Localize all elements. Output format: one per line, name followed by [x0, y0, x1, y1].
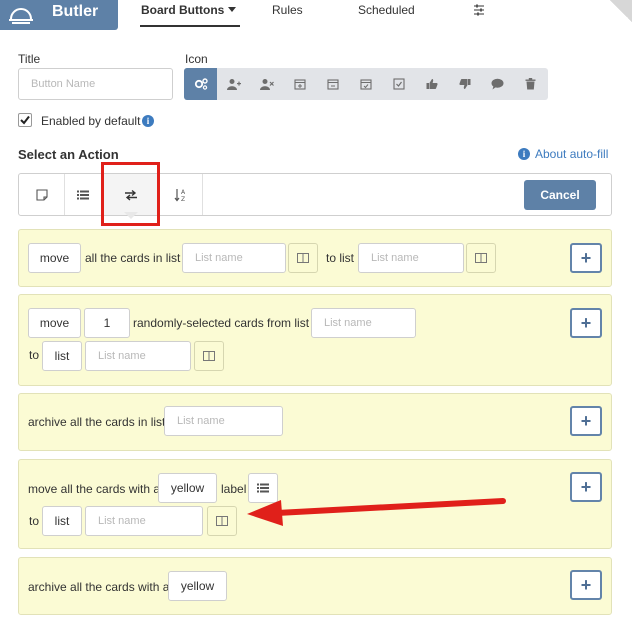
to-list-text: to list	[326, 251, 355, 265]
add-action-button[interactable]: +	[570, 308, 602, 338]
target-list-input[interactable]	[85, 506, 203, 536]
action-row-move-all: move all the cards in list to list +	[18, 229, 612, 287]
list-icon	[77, 190, 89, 199]
list-name-input[interactable]	[164, 406, 283, 436]
svg-text:A: A	[181, 189, 186, 196]
icon-option-trash[interactable]	[514, 68, 547, 100]
list-name-input[interactable]	[182, 243, 286, 273]
sliders-icon[interactable]	[473, 4, 485, 16]
caret-pointer-icon	[124, 212, 138, 219]
select-action-heading: Select an Action	[18, 147, 119, 162]
card-icon	[35, 188, 48, 201]
tab-rules[interactable]: Rules	[272, 3, 303, 17]
calendar-plus-icon	[293, 79, 306, 90]
tab-scheduled[interactable]: Scheduled	[358, 3, 415, 17]
action-text: move all the cards with a	[28, 482, 161, 496]
about-autofill-info-icon: i	[518, 148, 530, 160]
icon-option-comment[interactable]	[481, 68, 514, 100]
brand-name: Butler	[52, 3, 99, 20]
icon-option-remove-user[interactable]	[250, 68, 283, 100]
action-select[interactable]: move	[28, 308, 81, 338]
icon-option-checkbox[interactable]	[382, 68, 415, 100]
check-square-icon	[392, 78, 405, 90]
action-text: archive all the cards in list	[28, 415, 166, 429]
gears-icon	[194, 78, 208, 90]
columns-icon	[216, 516, 228, 526]
icon-option-calendar-minus[interactable]	[316, 68, 349, 100]
list-name-input[interactable]	[311, 308, 416, 338]
icon-option-calendar-plus[interactable]	[283, 68, 316, 100]
icon-picker	[184, 68, 548, 100]
chevron-down-icon[interactable]	[228, 7, 236, 13]
color-select[interactable]: yellow	[158, 473, 217, 503]
target-list-input[interactable]	[358, 243, 464, 273]
action-row-move-random: move 1 randomly-selected cards from list…	[18, 294, 612, 386]
columns-icon	[203, 351, 215, 361]
add-action-button[interactable]: +	[570, 243, 602, 273]
category-sort[interactable]: AZ	[160, 174, 203, 215]
icon-option-gears[interactable]	[184, 68, 217, 100]
action-text: randomly-selected cards from list	[133, 316, 310, 330]
check-icon	[20, 115, 30, 125]
list-icon	[257, 483, 269, 493]
list-picker-button[interactable]	[288, 243, 318, 273]
corner-fold	[610, 0, 632, 22]
icon-option-thumbs-up[interactable]	[415, 68, 448, 100]
target-select[interactable]: list	[42, 506, 82, 536]
remove-user-icon	[259, 79, 274, 90]
icon-label: Icon	[185, 52, 208, 66]
butler-brand: Butler	[0, 0, 118, 30]
about-autofill-link[interactable]: About auto-fill	[535, 147, 608, 161]
columns-icon	[475, 253, 487, 263]
enabled-label: Enabled by default	[41, 114, 141, 128]
title-input[interactable]	[18, 68, 173, 100]
columns-icon	[297, 253, 309, 263]
action-text: all the cards in list	[85, 251, 181, 265]
butler-logo-icon	[9, 8, 33, 24]
to-text: to	[29, 514, 40, 528]
action-row-archive-list: archive all the cards in list +	[18, 393, 612, 451]
thumbs-down-icon	[458, 79, 470, 89]
tab-board-buttons[interactable]: Board Buttons	[141, 3, 224, 17]
action-row-archive-label: archive all the cards with a yellow +	[18, 557, 612, 615]
target-list-picker-button[interactable]	[207, 506, 237, 536]
target-list-input[interactable]	[85, 341, 191, 371]
color-select[interactable]: yellow	[168, 571, 227, 601]
target-select[interactable]: list	[42, 341, 82, 371]
icon-option-add-user[interactable]	[217, 68, 250, 100]
label-text: label	[221, 482, 247, 496]
to-text: to	[29, 348, 40, 362]
title-label: Title	[18, 52, 41, 66]
calendar-check-icon	[359, 79, 372, 90]
add-action-button[interactable]: +	[570, 472, 602, 502]
info-icon[interactable]: i	[142, 115, 154, 127]
count-input[interactable]: 1	[84, 308, 130, 338]
add-user-icon	[226, 79, 241, 90]
cancel-button[interactable]: Cancel	[524, 180, 596, 210]
action-select[interactable]: move	[28, 243, 81, 273]
target-list-picker-button[interactable]	[194, 341, 224, 371]
comment-icon	[491, 78, 504, 90]
add-action-button[interactable]: +	[570, 570, 602, 600]
calendar-minus-icon	[326, 79, 339, 90]
icon-option-calendar-check[interactable]	[349, 68, 382, 100]
category-card[interactable]	[19, 174, 65, 215]
category-list[interactable]	[65, 174, 102, 215]
action-text: archive all the cards with a	[28, 580, 170, 594]
active-tab-indicator	[140, 25, 240, 27]
trash-icon	[525, 78, 536, 90]
enabled-checkbox[interactable]	[18, 113, 32, 127]
annotation-arrow-icon	[247, 498, 506, 526]
add-action-button[interactable]: +	[570, 406, 602, 436]
thumbs-up-icon	[426, 79, 438, 89]
sort-icon: AZ	[174, 188, 186, 202]
icon-option-thumbs-down[interactable]	[448, 68, 481, 100]
svg-text:Z: Z	[181, 196, 185, 202]
target-list-picker-button[interactable]	[466, 243, 496, 273]
